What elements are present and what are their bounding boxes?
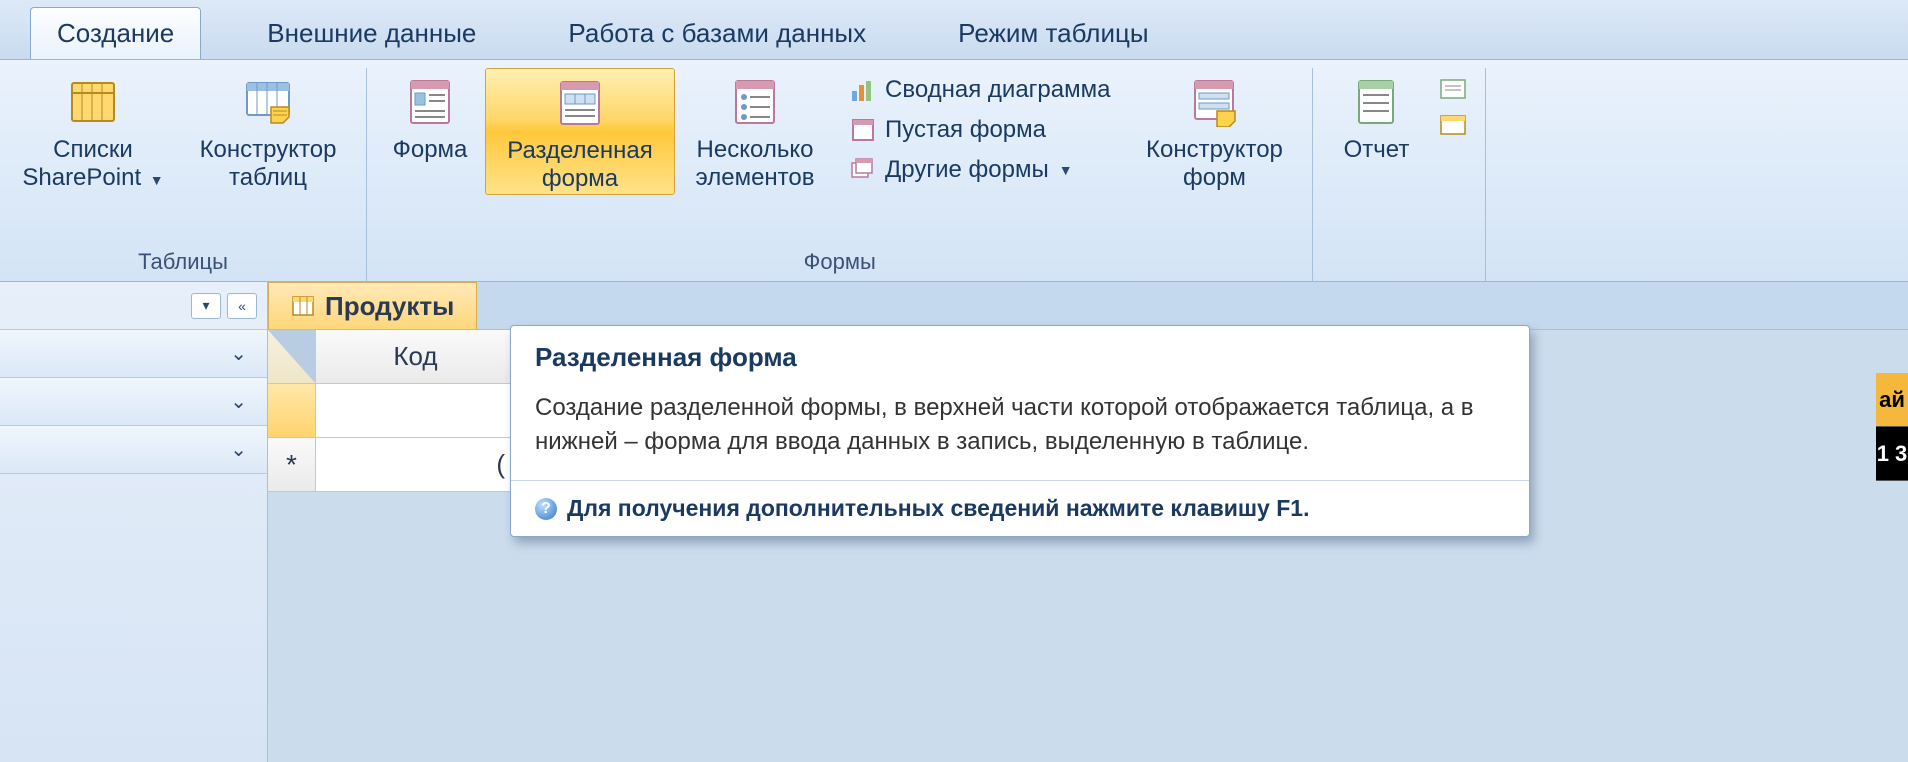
chevron-down-icon: ⌄ bbox=[230, 437, 247, 462]
report-icon bbox=[1348, 74, 1404, 130]
sharepoint-lists-label: Списки SharePoint bbox=[22, 136, 141, 191]
pivot-chart-button[interactable]: Сводная диаграмма bbox=[843, 72, 1116, 108]
document-tab-label: Продукты bbox=[325, 291, 454, 322]
document-tab-products[interactable]: Продукты bbox=[268, 282, 477, 329]
split-form-button[interactable]: Разделенная форма bbox=[485, 68, 675, 195]
blank-form-button[interactable]: Пустая форма bbox=[843, 112, 1116, 148]
group-forms: Форма Разделенная ф bbox=[367, 68, 1313, 281]
group-tables-label: Таблицы bbox=[8, 245, 358, 281]
form-icon bbox=[402, 74, 458, 130]
form-label: Форма bbox=[393, 136, 468, 164]
nav-dropdown-button[interactable]: ▾ bbox=[191, 293, 221, 319]
tab-external-data[interactable]: Внешние данные bbox=[241, 8, 502, 59]
form-designer-label: Конструктор форм bbox=[1130, 136, 1298, 191]
chevron-down-icon: ⌄ bbox=[230, 341, 247, 366]
chevron-down-icon: ⌄ bbox=[230, 389, 247, 414]
table-designer-label: Конструктор таблиц bbox=[184, 136, 352, 191]
help-icon: ? bbox=[535, 498, 557, 520]
blank-form-icon bbox=[849, 116, 877, 144]
nav-group-1[interactable]: ⌄ bbox=[0, 330, 267, 378]
report-extra-icon-1[interactable] bbox=[1439, 76, 1469, 108]
split-form-label: Разделенная форма bbox=[492, 137, 668, 192]
multiple-items-button[interactable]: Несколько элементов bbox=[675, 68, 835, 193]
tooltip-footer: ? Для получения дополнительных сведений … bbox=[511, 480, 1529, 536]
form-designer-icon bbox=[1186, 74, 1242, 130]
dropdown-arrow-icon: ▼ bbox=[150, 172, 164, 188]
more-forms-icon bbox=[849, 156, 877, 184]
peek-cell-1: ай bbox=[1876, 373, 1908, 427]
ribbon: Списки SharePoint ▼ bbox=[0, 60, 1908, 282]
dropdown-arrow-icon: ▼ bbox=[1059, 162, 1073, 178]
nav-collapse-button[interactable]: « bbox=[227, 293, 257, 319]
report-label: Отчет bbox=[1344, 136, 1410, 164]
report-extra-icon-2[interactable] bbox=[1439, 112, 1469, 144]
group-reports: Отчет bbox=[1313, 68, 1486, 281]
more-forms-button[interactable]: Другие формы ▼ bbox=[843, 152, 1116, 188]
group-forms-label: Формы bbox=[375, 245, 1304, 281]
sharepoint-lists-icon bbox=[65, 74, 121, 130]
pivot-chart-label: Сводная диаграмма bbox=[885, 76, 1110, 104]
table-icon bbox=[291, 294, 315, 318]
row-selector-new[interactable]: * bbox=[268, 438, 316, 492]
column-header-id[interactable]: Код bbox=[316, 330, 516, 384]
multiple-items-icon bbox=[727, 74, 783, 130]
form-designer-button[interactable]: Конструктор форм bbox=[1124, 68, 1304, 193]
nav-header: ▾ « bbox=[0, 282, 267, 330]
tooltip-split-form: Разделенная форма Создание разделенной ф… bbox=[510, 325, 1530, 537]
document-tabbar: Продукты bbox=[268, 282, 1908, 330]
blank-form-label: Пустая форма bbox=[885, 116, 1046, 144]
tooltip-title: Разделенная форма bbox=[511, 326, 1529, 383]
tooltip-body: Создание разделенной формы, в верхней ча… bbox=[511, 383, 1529, 480]
row-selector-1[interactable] bbox=[268, 384, 316, 438]
tab-table-mode[interactable]: Режим таблицы bbox=[932, 8, 1174, 59]
data-cell[interactable] bbox=[316, 384, 516, 438]
multiple-items-label: Несколько элементов bbox=[681, 136, 829, 191]
tab-db-tools[interactable]: Работа с базами данных bbox=[542, 8, 892, 59]
nav-group-2[interactable]: ⌄ bbox=[0, 378, 267, 426]
ribbon-tabs: Создание Внешние данные Работа с базами … bbox=[0, 0, 1908, 60]
table-designer-icon bbox=[240, 74, 296, 130]
pivot-chart-icon bbox=[849, 76, 877, 104]
split-form-icon bbox=[552, 75, 608, 131]
more-forms-label: Другие формы bbox=[885, 156, 1049, 184]
tab-create[interactable]: Создание bbox=[30, 7, 201, 59]
group-tables: Списки SharePoint ▼ bbox=[0, 68, 367, 281]
report-button[interactable]: Отчет bbox=[1321, 68, 1431, 166]
data-cell-new[interactable]: ( bbox=[316, 438, 516, 492]
navigation-pane: ▾ « ⌄ ⌄ ⌄ bbox=[0, 282, 268, 762]
table-designer-button[interactable]: Конструктор таблиц bbox=[178, 68, 358, 193]
select-all-cell[interactable] bbox=[268, 330, 316, 384]
sharepoint-lists-button[interactable]: Списки SharePoint ▼ bbox=[8, 68, 178, 193]
tooltip-f1-text: Для получения дополнительных сведений на… bbox=[567, 495, 1309, 522]
nav-group-3[interactable]: ⌄ bbox=[0, 426, 267, 474]
form-button[interactable]: Форма bbox=[375, 68, 485, 166]
peek-cell-2: 1 3 bbox=[1876, 427, 1908, 481]
right-edge-peek: ай 1 3 bbox=[1876, 373, 1908, 481]
datasheet: Код * ( bbox=[268, 330, 516, 492]
